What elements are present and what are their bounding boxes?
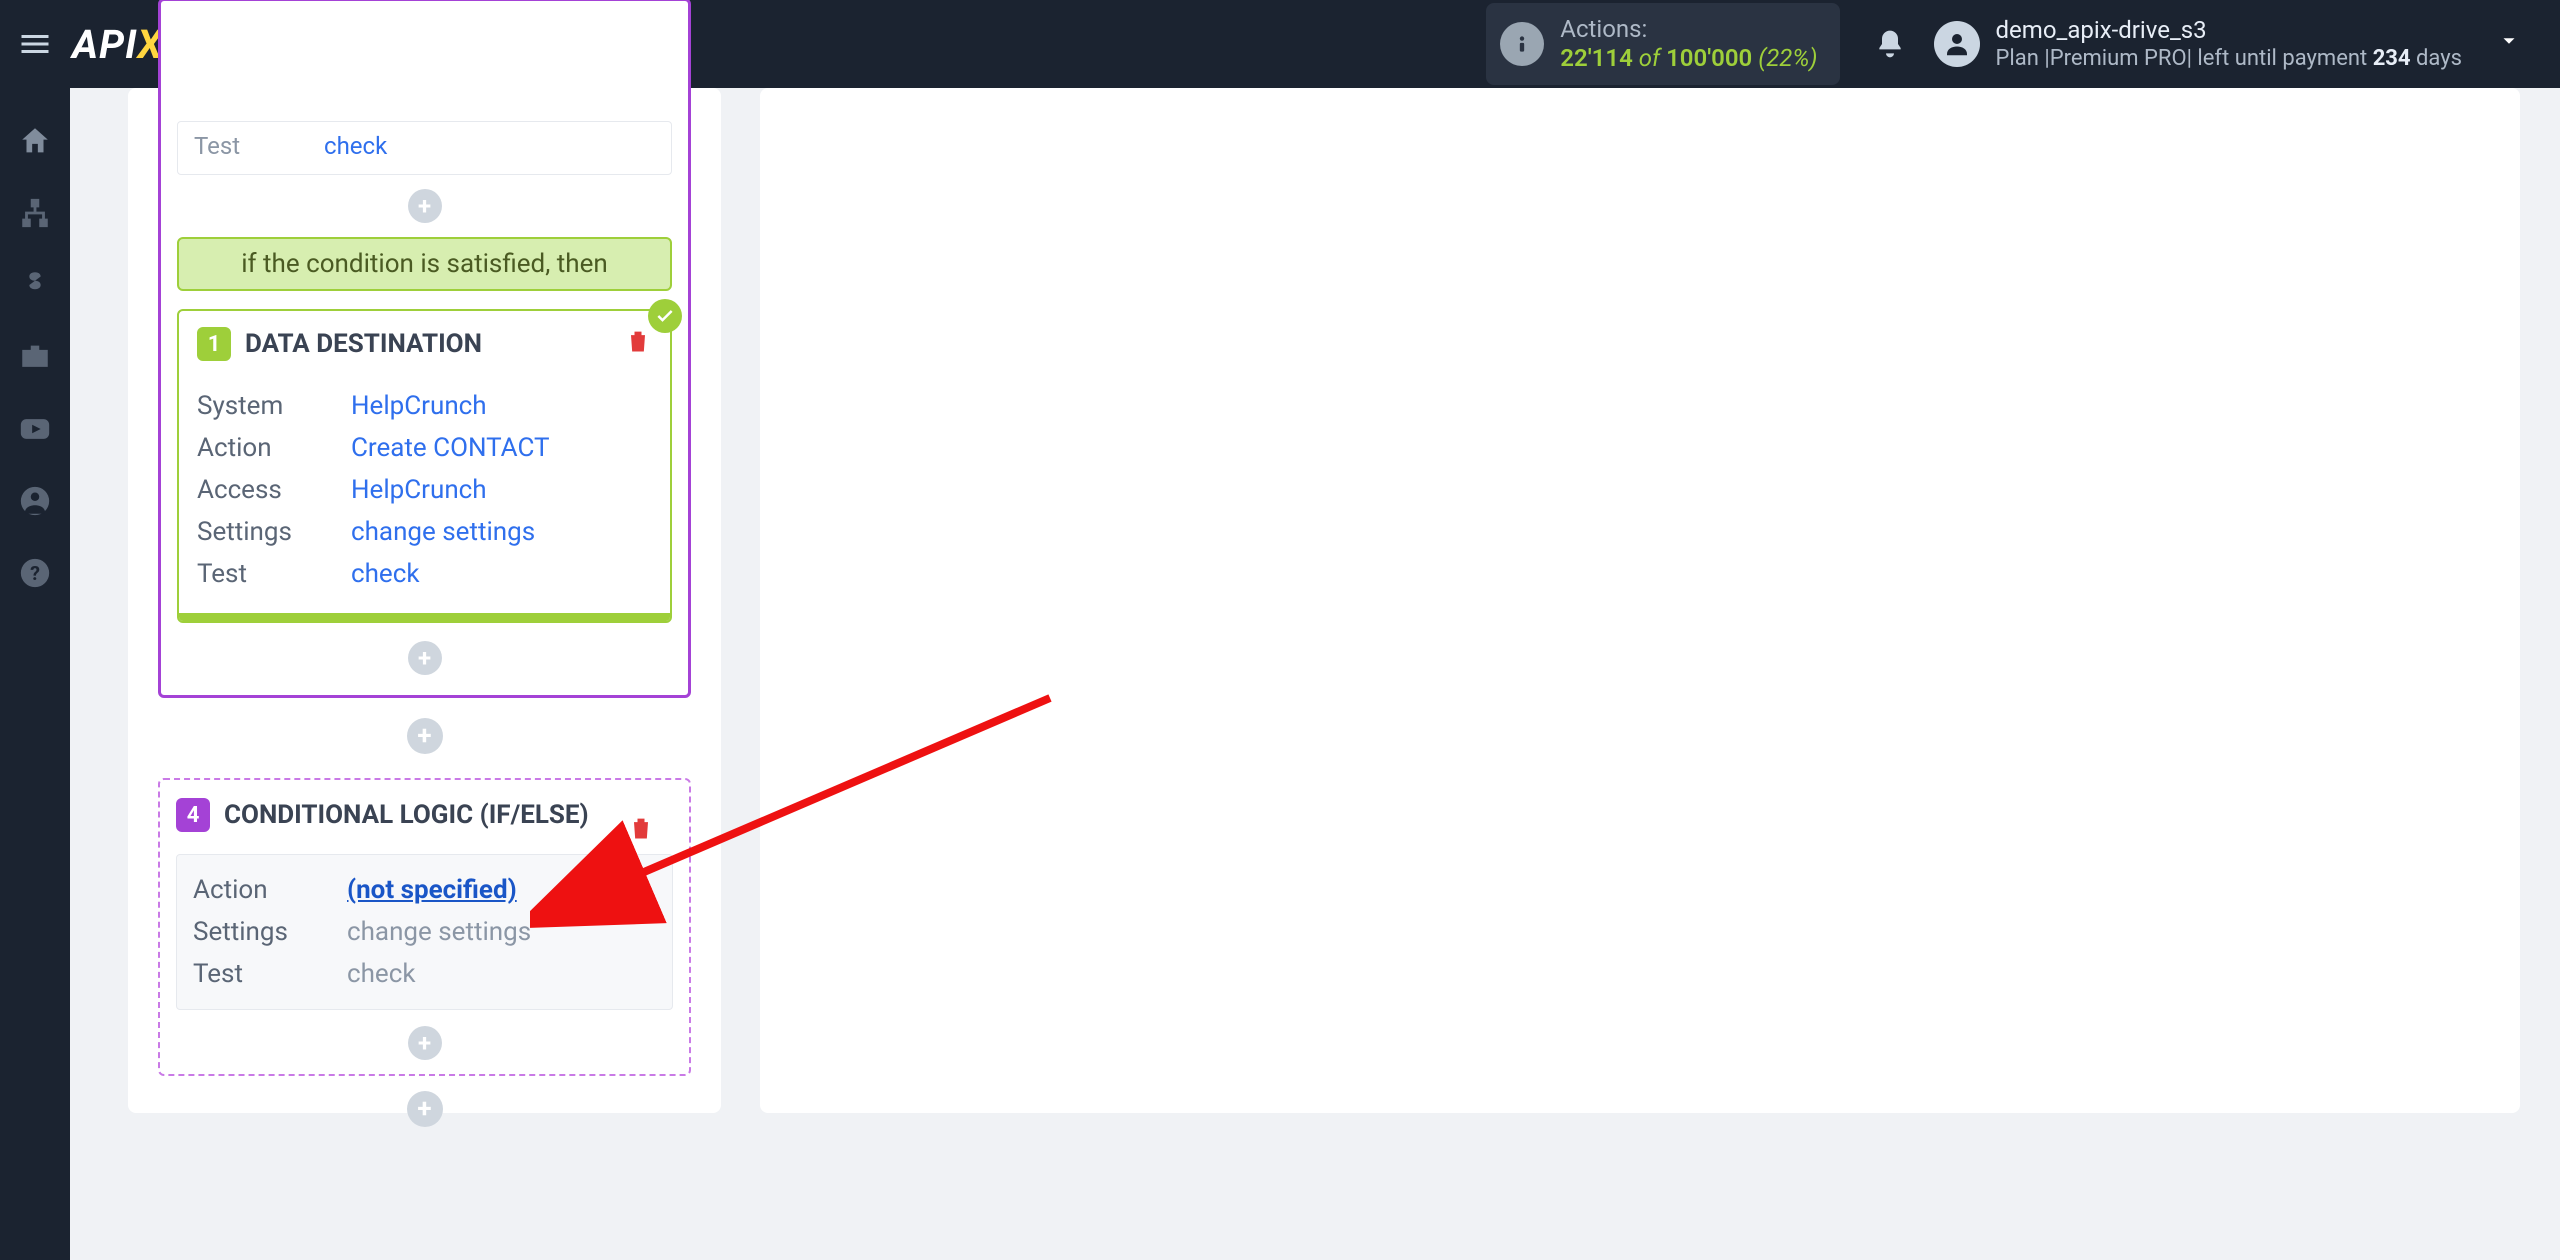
settings-text: change settings: [347, 917, 531, 947]
user-menu[interactable]: demo_apix-drive_s3 Plan |Premium PRO| le…: [1934, 15, 2560, 73]
user-plan: Plan |Premium PRO| left until payment 23…: [1996, 45, 2462, 73]
youtube-icon: [18, 412, 52, 446]
row-label: System: [197, 391, 327, 421]
notifications-button[interactable]: [1864, 28, 1916, 60]
condition-banner: if the condition is satisfied, then: [177, 237, 672, 291]
block-body: Action (not specified) Settings change set…: [176, 854, 673, 1010]
sitemap-icon: [18, 196, 52, 230]
main: Test check + if the condition is satisfi…: [70, 88, 2560, 1260]
user-name: demo_apix-drive_s3: [1996, 15, 2462, 45]
nav-connections[interactable]: [0, 196, 70, 230]
chevron-down-icon: [2498, 30, 2520, 58]
block-accent: [179, 613, 670, 621]
data-destination-block[interactable]: 1 DATA DESTINATION System HelpCrunch Acti…: [177, 309, 672, 623]
left-nav: ?: [0, 88, 70, 1260]
add-step-button[interactable]: +: [407, 718, 443, 754]
block-body: System HelpCrunch Action Create CONTACT Ac…: [179, 377, 670, 613]
row-label: Settings: [197, 517, 327, 547]
hamburger-icon: [17, 26, 53, 62]
plan-days: 234: [2373, 46, 2411, 71]
trash-icon: [627, 814, 655, 842]
row-label: Test: [194, 132, 254, 160]
block-header: 1 DATA DESTINATION: [179, 311, 670, 377]
actions-pct: (22%): [1758, 44, 1817, 72]
row-label: Test: [197, 559, 327, 589]
flow-panel: Test check + if the condition is satisfi…: [128, 88, 721, 1113]
block-header: 4 CONDITIONAL LOGIC (IF/ELSE): [176, 798, 673, 832]
add-step-button[interactable]: +: [408, 641, 442, 675]
info-icon: [1500, 22, 1544, 66]
actions-counter[interactable]: Actions: 22'114 of 100'000 (22%): [1486, 3, 1839, 85]
row-label: Action: [197, 433, 327, 463]
user-circle-icon: [18, 484, 52, 518]
plan-suffix: days: [2411, 46, 2462, 71]
condition-container: Test check + if the condition is satisfi…: [158, 0, 691, 698]
settings-link[interactable]: change settings: [351, 517, 535, 547]
question-icon: ?: [18, 556, 52, 590]
test-link[interactable]: check: [351, 559, 420, 589]
action-link[interactable]: Create CONTACT: [351, 433, 550, 463]
actions-used: 22'114: [1560, 44, 1633, 72]
actions-of: of: [1639, 44, 1660, 72]
menu-toggle[interactable]: [0, 0, 70, 88]
action-not-specified-link[interactable]: (not specified): [347, 875, 517, 905]
row-label: Action: [193, 875, 323, 905]
delete-button[interactable]: [624, 327, 652, 355]
prev-block-tail: Test check: [177, 121, 672, 175]
row-label: Access: [197, 475, 327, 505]
access-link[interactable]: HelpCrunch: [351, 475, 487, 505]
actions-label: Actions:: [1560, 15, 1817, 44]
add-step-button[interactable]: +: [407, 1091, 443, 1127]
trash-icon: [624, 327, 652, 355]
plan-prefix: Plan |Premium PRO| left until payment: [1996, 46, 2373, 71]
conditional-logic-block[interactable]: 4 CONDITIONAL LOGIC (IF/ELSE) Action (not…: [158, 778, 691, 1076]
nav-briefcase[interactable]: [0, 340, 70, 374]
user-lines: demo_apix-drive_s3 Plan |Premium PRO| le…: [1996, 15, 2462, 73]
actions-total: 100'000: [1666, 44, 1752, 72]
nav-help[interactable]: ?: [0, 556, 70, 590]
nav-youtube[interactable]: [0, 412, 70, 446]
right-panel: [760, 88, 2520, 1113]
user-icon: [1942, 29, 1972, 59]
row-label: Test: [193, 959, 323, 989]
dollar-icon: [18, 268, 52, 302]
delete-button[interactable]: [627, 814, 655, 842]
block-number: 1: [197, 327, 231, 361]
system-link[interactable]: HelpCrunch: [351, 391, 487, 421]
test-text: check: [347, 959, 416, 989]
avatar: [1934, 21, 1980, 67]
actions-text: Actions: 22'114 of 100'000 (22%): [1560, 15, 1817, 73]
add-step-button[interactable]: +: [408, 189, 442, 223]
row-label: Settings: [193, 917, 323, 947]
block-title: DATA DESTINATION: [245, 329, 482, 359]
nav-billing[interactable]: [0, 268, 70, 302]
svg-text:?: ?: [30, 562, 40, 585]
block-title: CONDITIONAL LOGIC (IF/ELSE): [224, 800, 589, 830]
bell-icon: [1874, 28, 1906, 60]
add-step-button[interactable]: +: [408, 1026, 442, 1060]
briefcase-icon: [18, 340, 52, 374]
block-number: 4: [176, 798, 210, 832]
check-link[interactable]: check: [324, 132, 387, 160]
nav-profile[interactable]: [0, 484, 70, 518]
home-icon: [18, 124, 52, 158]
nav-home[interactable]: [0, 124, 70, 158]
